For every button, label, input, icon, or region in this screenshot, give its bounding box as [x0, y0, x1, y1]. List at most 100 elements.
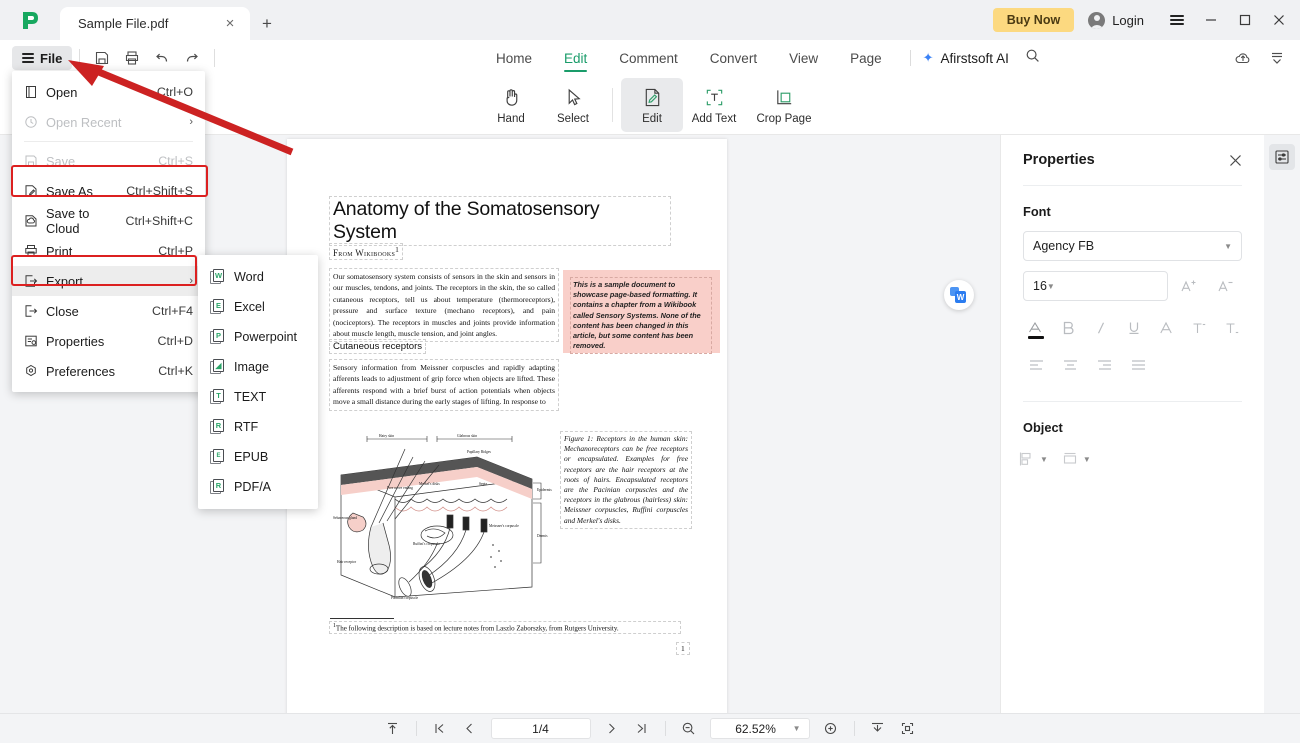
- tab-comment[interactable]: Comment: [603, 40, 694, 76]
- tab-comment-label: Comment: [619, 50, 678, 66]
- font-color-icon[interactable]: [1019, 313, 1052, 343]
- ribbon-edit-label: Edit: [642, 113, 662, 125]
- menu-item-save-shortcut: Ctrl+S: [158, 154, 193, 168]
- menu-item-close[interactable]: Close Ctrl+F4: [12, 296, 205, 326]
- menu-item-save-as[interactable]: Save As Ctrl+Shift+S: [12, 176, 205, 206]
- doc-heading-2[interactable]: Cutaneous receptors: [328, 339, 427, 354]
- word-convert-icon[interactable]: W: [944, 280, 974, 310]
- new-tab-button[interactable]: +: [250, 7, 284, 40]
- file-menu: Open Ctrl+O Open Recent › Save Ctrl+S Sa…: [12, 71, 205, 392]
- doc-paragraph-2[interactable]: Sensory information from Meissner corpus…: [329, 359, 559, 411]
- tab-page[interactable]: Page: [834, 40, 898, 76]
- align-justify-icon[interactable]: [1121, 351, 1155, 379]
- align-right-icon[interactable]: [1087, 351, 1121, 379]
- ribbon-select[interactable]: Select: [542, 78, 604, 132]
- maximize-button[interactable]: [1228, 0, 1262, 40]
- menu-item-properties[interactable]: Properties Ctrl+D: [12, 326, 205, 356]
- font-family-select[interactable]: Agency FB ▼: [1023, 231, 1242, 261]
- menu-item-save-to-cloud[interactable]: Save to Cloud Ctrl+Shift+C: [12, 206, 205, 236]
- menu-item-open-recent[interactable]: Open Recent ›: [12, 107, 205, 137]
- increase-font-size-button[interactable]: [1172, 271, 1205, 301]
- align-objects-icon[interactable]: ▼: [1019, 451, 1048, 467]
- font-size-select[interactable]: 16 ▼: [1023, 271, 1168, 301]
- redo-icon[interactable]: [177, 45, 207, 71]
- submenu-item-image[interactable]: ◢ Image: [198, 352, 318, 382]
- fit-width-icon[interactable]: [863, 718, 893, 740]
- tab-view[interactable]: View: [773, 40, 834, 76]
- decrease-font-size-button[interactable]: [1209, 271, 1242, 301]
- ribbon-hand[interactable]: Hand: [480, 78, 542, 132]
- minimize-button[interactable]: [1194, 0, 1228, 40]
- italic-icon[interactable]: [1084, 313, 1117, 343]
- ribbon-edit[interactable]: Edit: [621, 78, 683, 132]
- first-page-icon[interactable]: [425, 718, 455, 740]
- ribbon-divider: [612, 88, 613, 122]
- properties-panel-icon[interactable]: [1269, 144, 1295, 170]
- close-window-button[interactable]: [1262, 0, 1296, 40]
- doc-callout-box[interactable]: This is a sample document to showcase pa…: [563, 270, 720, 355]
- next-page-icon[interactable]: [597, 718, 627, 740]
- outline-icon[interactable]: [1150, 313, 1183, 343]
- tab-home[interactable]: Home: [480, 40, 548, 76]
- svg-text:Papillary Ridges: Papillary Ridges: [467, 450, 491, 454]
- arrange-objects-icon[interactable]: ▼: [1062, 451, 1091, 467]
- ribbon-add-text[interactable]: Add Text: [683, 78, 745, 132]
- fit-page-icon[interactable]: [893, 718, 923, 740]
- print-icon[interactable]: [117, 45, 147, 71]
- doc-source[interactable]: From Wikibooks1: [328, 243, 404, 260]
- doc-figure-caption[interactable]: Figure 1: Receptors in the human skin: M…: [560, 431, 692, 529]
- last-page-icon[interactable]: [627, 718, 657, 740]
- doc-footnote[interactable]: 1The following description is based on l…: [329, 620, 681, 635]
- undo-icon[interactable]: [147, 45, 177, 71]
- submenu-item-word[interactable]: W Word: [198, 262, 318, 292]
- tab-convert[interactable]: Convert: [694, 40, 773, 76]
- tab-edit[interactable]: Edit: [548, 40, 603, 76]
- save-icon[interactable]: [87, 45, 117, 71]
- superscript-icon[interactable]: [1183, 313, 1216, 343]
- underline-icon[interactable]: [1117, 313, 1150, 343]
- submenu-item-text[interactable]: T TEXT: [198, 382, 318, 412]
- close-icon[interactable]: [1224, 149, 1246, 171]
- align-center-icon[interactable]: [1053, 351, 1087, 379]
- menu-item-print[interactable]: Print Ctrl+P: [12, 236, 205, 266]
- close-tab-icon[interactable]: ×: [220, 14, 240, 34]
- epub-file-icon: E: [210, 449, 225, 465]
- submenu-item-rtf[interactable]: R RTF: [198, 412, 318, 442]
- submenu-item-pdfa[interactable]: R PDF/A: [198, 472, 318, 502]
- buy-now-button[interactable]: Buy Now: [992, 8, 1075, 32]
- prev-page-icon[interactable]: [455, 718, 485, 740]
- submenu-item-epub[interactable]: E EPUB: [198, 442, 318, 472]
- title-bar-right: Buy Now Login: [992, 0, 1300, 40]
- font-size-row: 16 ▼: [1023, 271, 1242, 301]
- menu-item-save[interactable]: Save Ctrl+S: [12, 146, 205, 176]
- menu-item-export[interactable]: Export ›: [12, 266, 205, 296]
- ribbon-crop-page[interactable]: Crop Page: [745, 78, 823, 132]
- login-button[interactable]: Login: [1088, 11, 1144, 29]
- bold-icon[interactable]: [1052, 313, 1085, 343]
- doc-paragraph-1[interactable]: Our somatosensory system consists of sen…: [329, 267, 559, 343]
- subscript-icon[interactable]: [1215, 313, 1248, 343]
- scroll-top-icon[interactable]: [378, 718, 408, 740]
- zoom-in-icon[interactable]: [816, 718, 846, 740]
- page-number-input[interactable]: 1/4: [490, 718, 591, 739]
- doc-title[interactable]: Anatomy of the Somatosensory System: [329, 196, 671, 246]
- image-file-icon: ◢: [210, 359, 225, 375]
- pdf-page-1[interactable]: Anatomy of the Somatosensory System From…: [287, 139, 727, 713]
- menu-item-open[interactable]: Open Ctrl+O: [12, 77, 205, 107]
- powerpoint-file-icon: P: [210, 329, 225, 345]
- svg-text:Ruffini's corpuscle: Ruffini's corpuscle: [413, 542, 440, 546]
- file-button[interactable]: File: [12, 46, 73, 70]
- document-tab[interactable]: Sample File.pdf ×: [60, 7, 250, 40]
- menu-item-preferences[interactable]: Preferences Ctrl+K: [12, 356, 205, 386]
- app-menu-button[interactable]: [1160, 0, 1194, 40]
- cloud-upload-icon[interactable]: [1228, 45, 1258, 71]
- search-icon[interactable]: [1025, 48, 1040, 68]
- submenu-item-excel[interactable]: E Excel: [198, 292, 318, 322]
- align-left-icon[interactable]: [1019, 351, 1053, 379]
- afirstsoft-ai-button[interactable]: ✦ Afirstsoft AI: [923, 50, 1009, 66]
- collapse-ribbon-icon[interactable]: [1262, 45, 1292, 71]
- zoom-out-icon[interactable]: [674, 718, 704, 740]
- zoom-level-select[interactable]: 62.52% ▼: [709, 718, 810, 739]
- skin-anatomy-figure[interactable]: Hairy skin Glabrous skin Papillary Ridges…: [327, 427, 552, 607]
- submenu-item-powerpoint[interactable]: P Powerpoint: [198, 322, 318, 352]
